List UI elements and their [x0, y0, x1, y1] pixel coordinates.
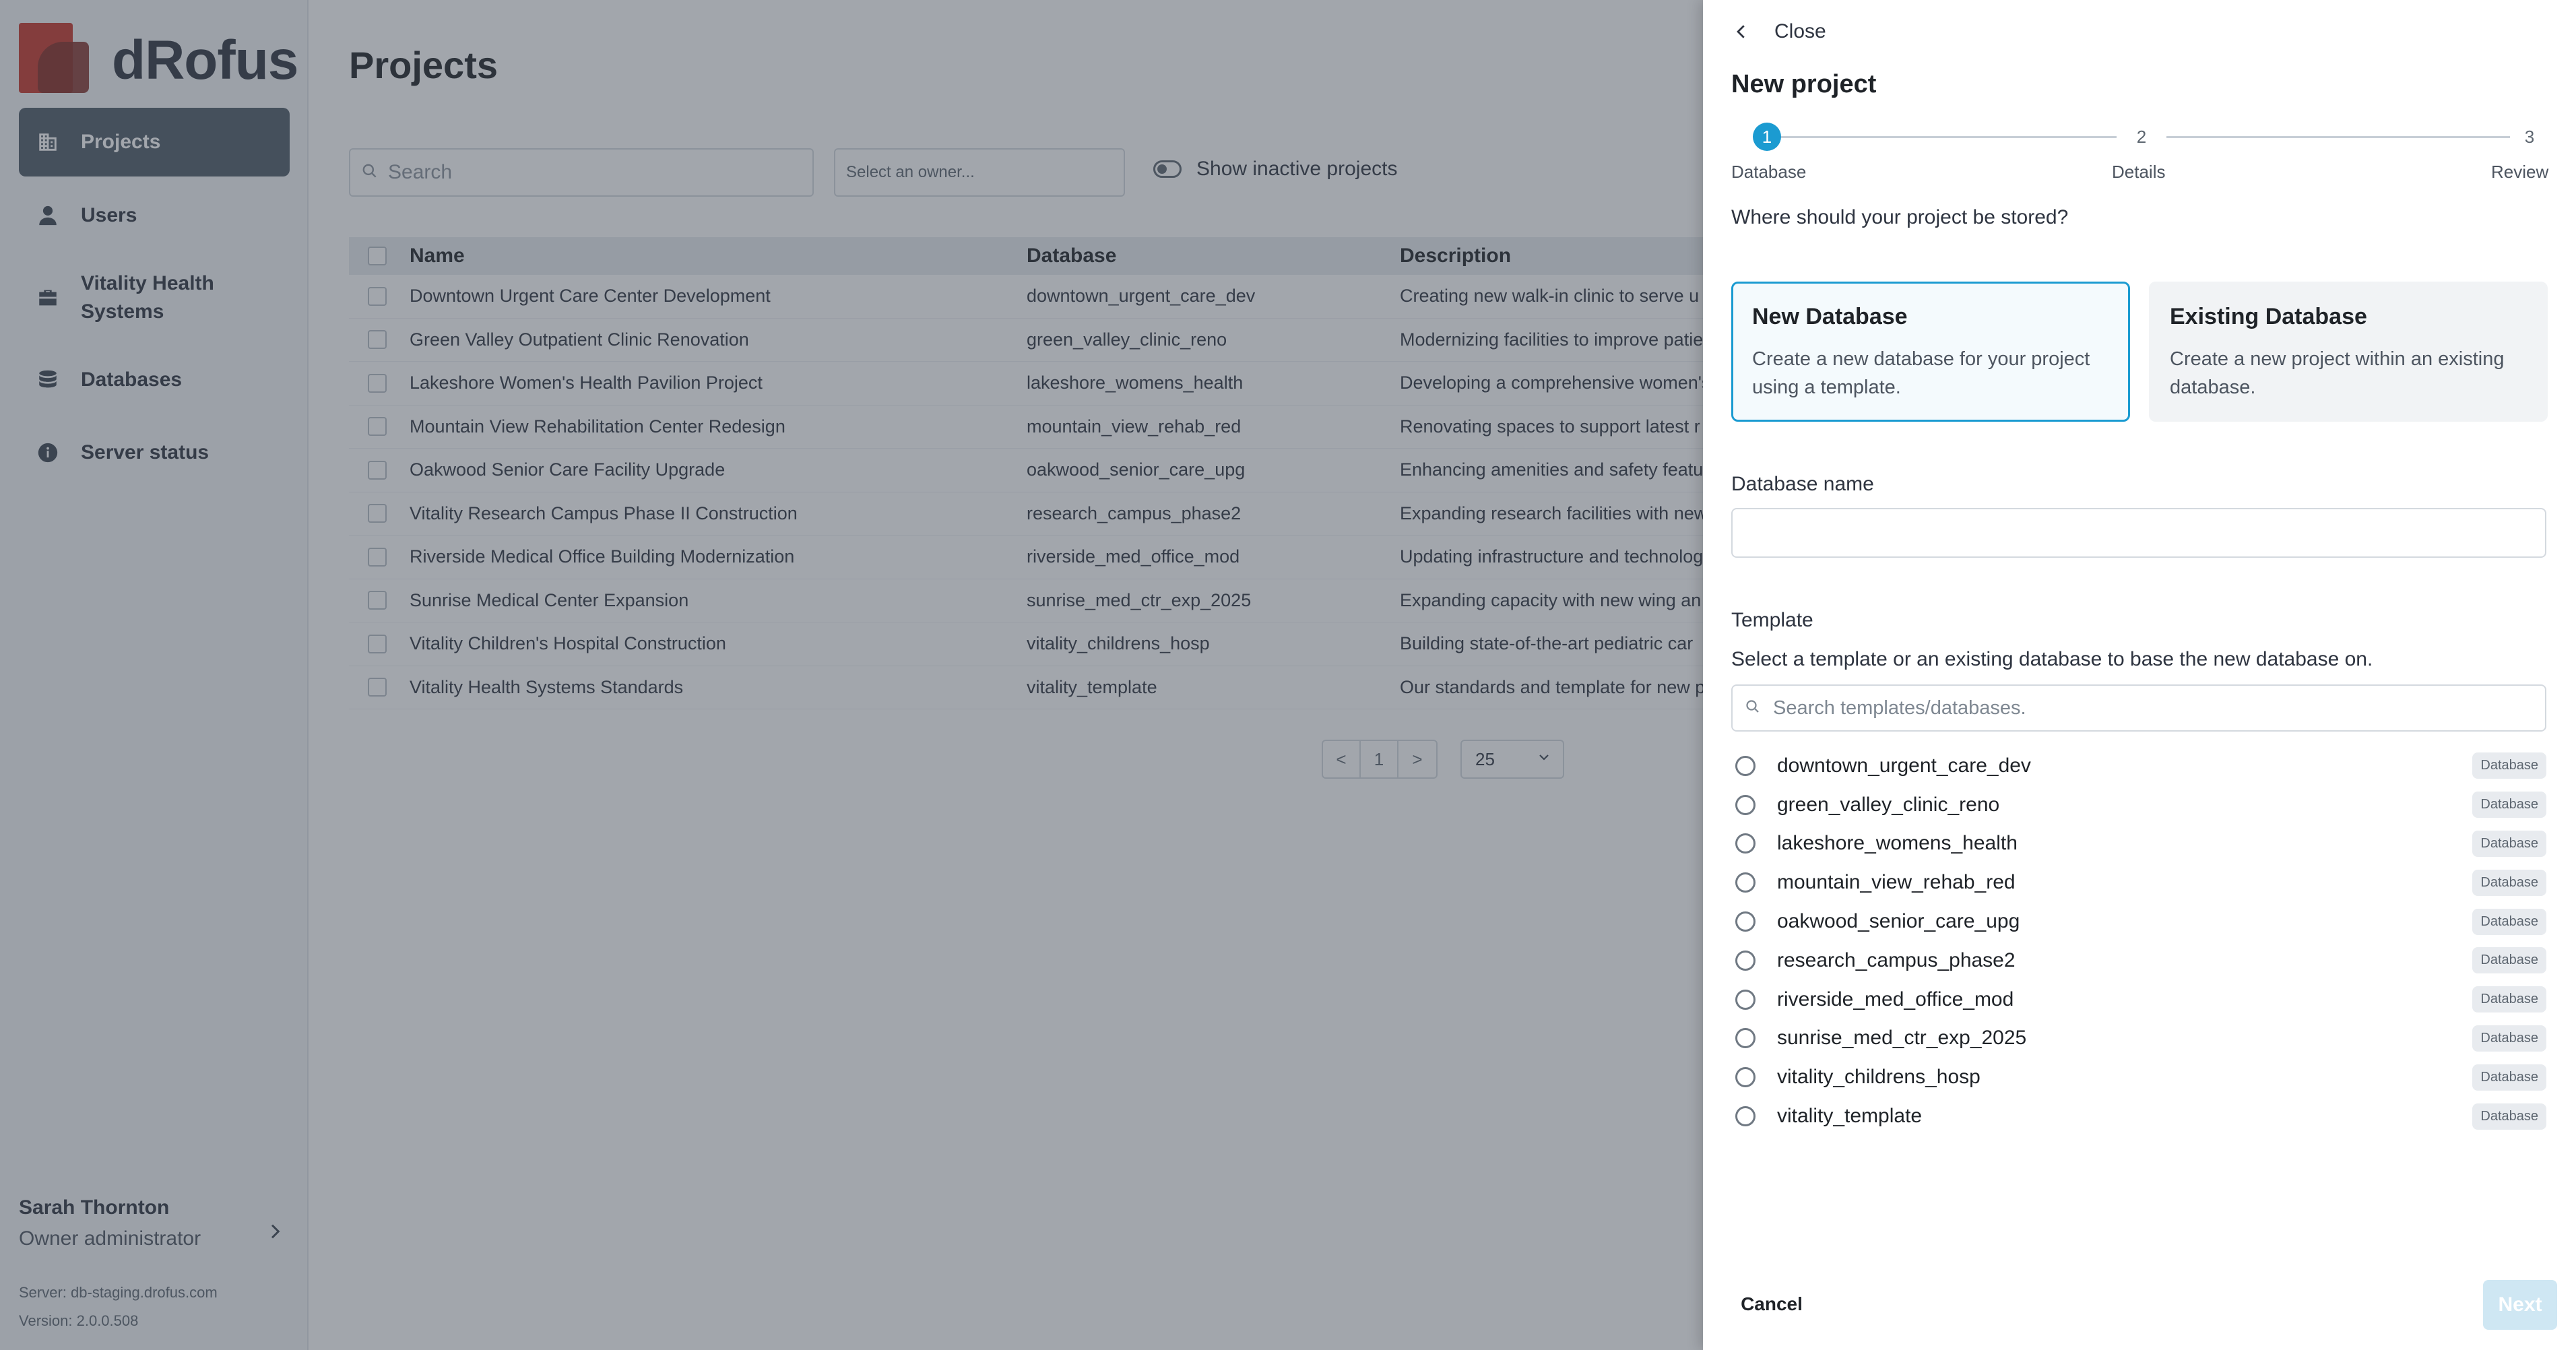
app-root: dRofus Projects Users Vitality Health Sy…	[0, 0, 2576, 1350]
option-description: Create a new project within an existing …	[2170, 348, 2505, 398]
close-label: Close	[1774, 20, 1826, 42]
template-option[interactable]: vitality_template Database	[1731, 1097, 2546, 1136]
new-project-drawer: Close New project 1 Database 2 Details 3…	[1703, 0, 2576, 1350]
template-list: downtown_urgent_care_dev Database green_va…	[1731, 746, 2546, 1136]
step-2-label: Details	[2112, 162, 2166, 182]
drawer-title: New project	[1731, 70, 1877, 98]
template-option[interactable]: sunrise_med_ctr_exp_2025 Database	[1731, 1019, 2546, 1058]
template-search-input[interactable]	[1773, 697, 2514, 719]
type-badge: Database	[2472, 792, 2546, 818]
template-name: sunrise_med_ctr_exp_2025	[1777, 1027, 2027, 1050]
radio-button[interactable]	[1735, 1028, 1756, 1049]
template-label: Template	[1731, 609, 1813, 631]
template-name: lakeshore_womens_health	[1777, 832, 2018, 855]
radio-button[interactable]	[1735, 1067, 1756, 1088]
type-badge: Database	[2472, 1064, 2546, 1091]
modal-backdrop[interactable]	[0, 0, 1703, 1350]
close-button[interactable]: Close	[1731, 20, 1826, 43]
radio-button[interactable]	[1735, 1106, 1756, 1127]
new-database-option[interactable]: New Database Create a new database for y…	[1731, 282, 2130, 422]
template-option[interactable]: riverside_med_office_mod Database	[1731, 980, 2546, 1019]
step-2-indicator: 2	[2127, 123, 2156, 151]
step-3-label: Review	[2491, 162, 2549, 182]
template-help-text: Select a template or an existing databas…	[1731, 648, 2373, 670]
database-name-input[interactable]	[1731, 508, 2546, 558]
step-1-label: Database	[1731, 162, 1807, 182]
type-badge: Database	[2472, 1025, 2546, 1052]
type-badge: Database	[2472, 986, 2546, 1013]
cancel-button[interactable]: Cancel	[1731, 1284, 1812, 1324]
template-option[interactable]: downtown_urgent_care_dev Database	[1731, 746, 2546, 785]
radio-button[interactable]	[1735, 989, 1756, 1010]
radio-button[interactable]	[1735, 794, 1756, 815]
template-name: research_campus_phase2	[1777, 949, 2016, 971]
template-option[interactable]: green_valley_clinic_reno Database	[1731, 785, 2546, 825]
template-option[interactable]: vitality_childrens_hosp Database	[1731, 1058, 2546, 1097]
chevron-left-icon	[1731, 22, 1751, 42]
step-connector	[1773, 136, 2117, 138]
stepper: 1 Database 2 Details 3 Review	[1731, 121, 2553, 189]
option-title: New Database	[1752, 304, 1908, 329]
option-title: Existing Database	[2170, 304, 2367, 329]
type-badge: Database	[2472, 752, 2546, 779]
template-name: green_valley_clinic_reno	[1777, 793, 2000, 816]
radio-button[interactable]	[1735, 911, 1756, 932]
type-badge: Database	[2472, 869, 2546, 896]
radio-button[interactable]	[1735, 755, 1756, 776]
type-badge: Database	[2472, 830, 2546, 857]
template-name: vitality_childrens_hosp	[1777, 1066, 1981, 1089]
template-name: riverside_med_office_mod	[1777, 988, 2014, 1010]
step-1-indicator: 1	[1753, 123, 1781, 151]
radio-button[interactable]	[1735, 950, 1756, 971]
template-name: mountain_view_rehab_red	[1777, 871, 2016, 894]
step-3-indicator: 3	[2515, 123, 2544, 151]
type-badge: Database	[2472, 1103, 2546, 1130]
type-badge: Database	[2472, 947, 2546, 974]
template-option[interactable]: oakwood_senior_care_upg Database	[1731, 902, 2546, 941]
step-connector	[2166, 136, 2510, 138]
template-option[interactable]: lakeshore_womens_health Database	[1731, 825, 2546, 864]
template-name: vitality_template	[1777, 1105, 1923, 1128]
radio-button[interactable]	[1735, 872, 1756, 893]
template-option[interactable]: mountain_view_rehab_red Database	[1731, 863, 2546, 902]
database-name-label: Database name	[1731, 473, 1874, 495]
existing-database-option[interactable]: Existing Database Create a new project w…	[2149, 282, 2548, 422]
type-badge: Database	[2472, 908, 2546, 935]
option-description: Create a new database for your project u…	[1752, 348, 2090, 398]
template-name: downtown_urgent_care_dev	[1777, 754, 2031, 777]
next-button[interactable]: Next	[2483, 1280, 2557, 1330]
template-name: oakwood_senior_care_upg	[1777, 910, 2020, 933]
search-icon	[1745, 699, 1761, 718]
template-search[interactable]	[1731, 684, 2546, 732]
template-option[interactable]: research_campus_phase2 Database	[1731, 941, 2546, 980]
storage-question: Where should your project be stored?	[1731, 206, 2069, 228]
radio-button[interactable]	[1735, 833, 1756, 854]
